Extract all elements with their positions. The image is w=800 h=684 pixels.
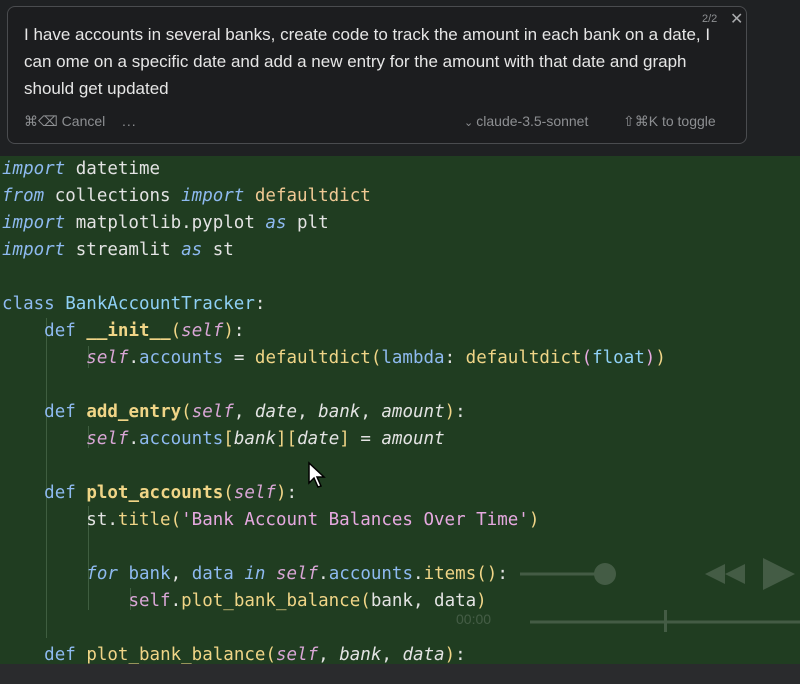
toggle-shortcut-hint[interactable]: ⇧⌘K to toggle: [623, 113, 716, 130]
code-line: def plot_accounts(self):: [44, 483, 298, 503]
code-line: def __init__(self):: [44, 321, 245, 341]
code-line: for bank, data in self.accounts.items():: [86, 564, 508, 584]
chevron-down-icon: ⌄: [464, 117, 477, 129]
inline-chat-prompt: 2/2 ✕ I have accounts in several banks, …: [7, 6, 747, 144]
code-line: self.accounts = defaultdict(lambda: defa…: [86, 348, 666, 368]
play-icon: [763, 558, 795, 590]
code-line: st.title('Bank Account Balances Over Tim…: [2, 510, 540, 530]
code-line: self.accounts[bank][date] = amount: [86, 429, 445, 449]
close-icon[interactable]: ✕: [730, 9, 743, 29]
code-line: from collections import defaultdict: [2, 186, 371, 206]
editor-bottom-strip: [0, 664, 800, 684]
prompt-text: I have accounts in several banks, create…: [24, 25, 711, 98]
mouse-pointer-icon: [308, 461, 326, 488]
cancel-button[interactable]: ⌘⌫ Cancel: [24, 113, 105, 130]
code-line: import streamlit as st: [2, 240, 234, 260]
model-label: claude-3.5-sonnet: [476, 113, 589, 129]
media-controls-overlay: [520, 558, 800, 632]
more-options-button[interactable]: ...: [122, 113, 137, 129]
code-line: import matplotlib.pyplot as plt: [2, 213, 329, 233]
rewind-icon: [705, 564, 745, 584]
code-line: def add_entry(self, date, bank, amount):: [44, 402, 466, 422]
code-line: import datetime: [2, 159, 161, 179]
code-line: class BankAccountTracker:: [2, 294, 266, 314]
model-selector[interactable]: ⌄ claude-3.5-sonnet: [464, 113, 588, 129]
code-editor[interactable]: import datetime from collections import …: [0, 156, 800, 665]
media-time-label: 00:00: [456, 611, 492, 627]
code-line: self.plot_bank_balance(bank, data): [128, 591, 487, 611]
volume-knob: [594, 563, 616, 585]
